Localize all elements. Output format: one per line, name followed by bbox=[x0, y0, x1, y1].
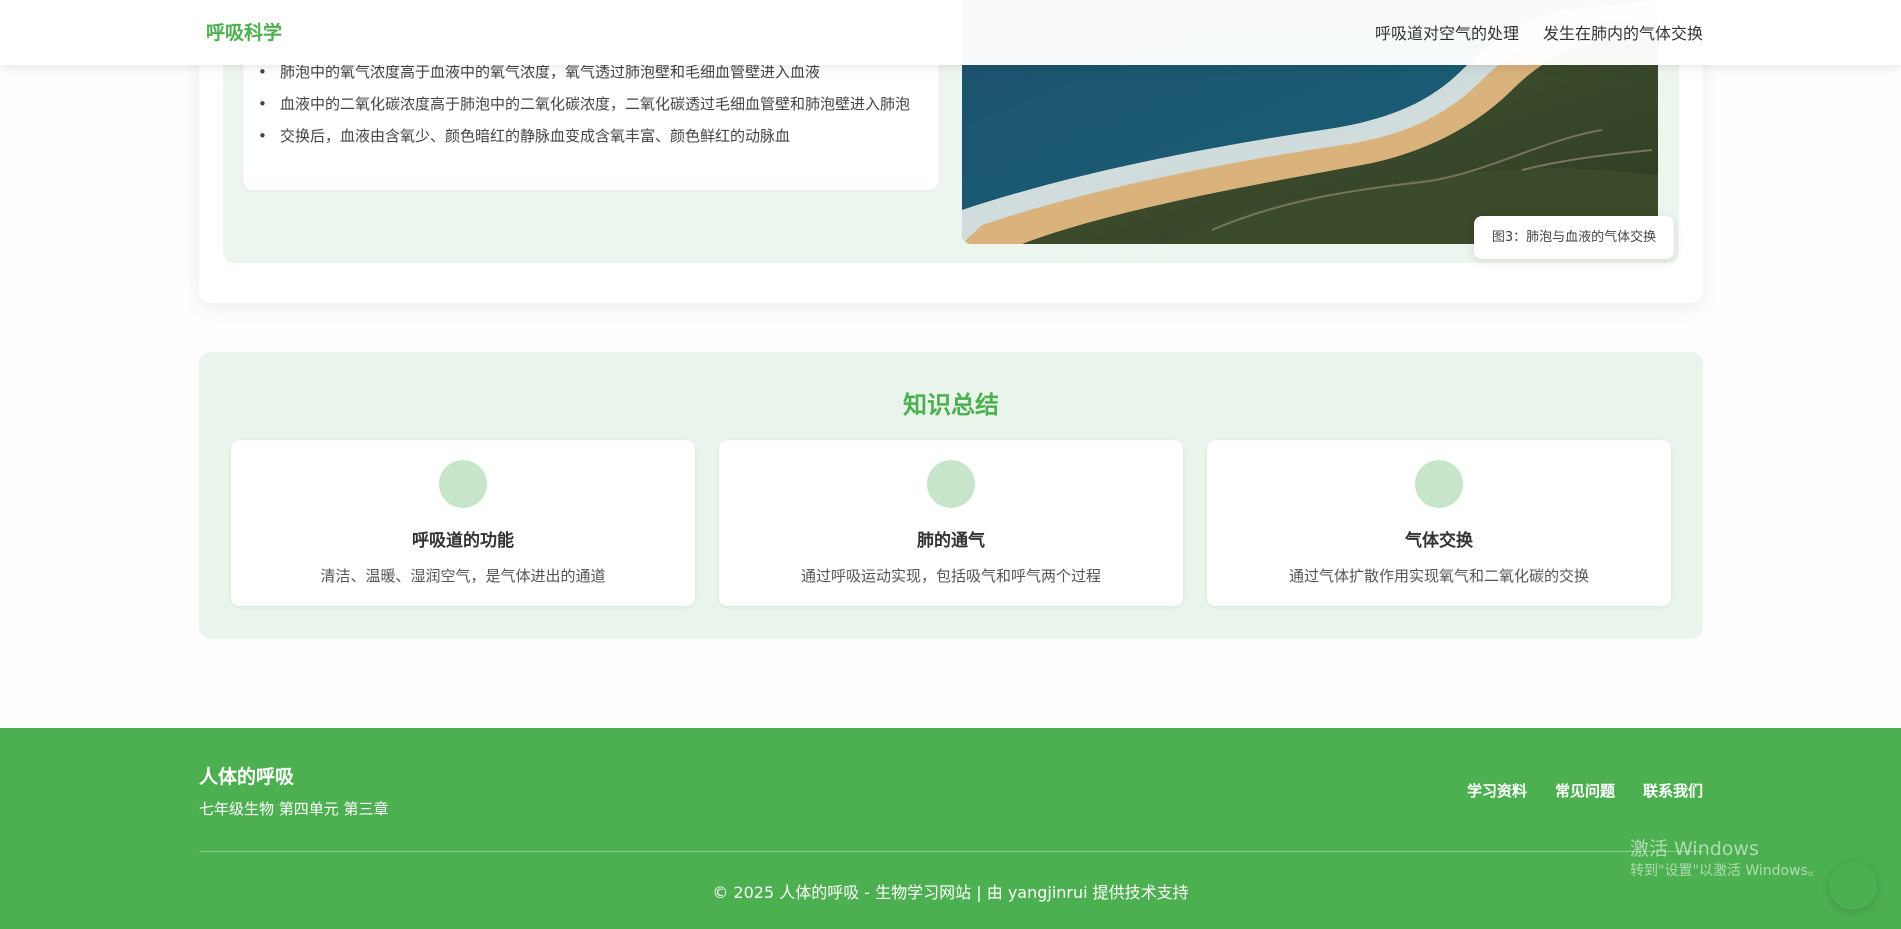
exchange-icon bbox=[1415, 460, 1463, 508]
knowledge-summary-section: 知识总结 呼吸道的功能 清洁、温暖、湿润空气，是气体进出的通道 肺的通气 通过呼… bbox=[199, 352, 1703, 639]
footer-title: 人体的呼吸 bbox=[199, 766, 295, 788]
summary-title: 知识总结 bbox=[903, 391, 999, 419]
watermark-line2: 转到"设置"以激活 Windows。 bbox=[1630, 863, 1822, 879]
footer-link-study-materials[interactable]: 学习资料 bbox=[1467, 780, 1527, 801]
lung-icon bbox=[927, 460, 975, 508]
nav-link-airway-processing[interactable]: 呼吸道对空气的处理 bbox=[1375, 20, 1519, 44]
card-desc: 通过气体扩散作用实现氧气和二氧化碳的交换 bbox=[1288, 567, 1589, 585]
footer-link-faq[interactable]: 常见问题 bbox=[1555, 780, 1615, 801]
main-nav: 呼吸道对空气的处理 发生在肺内的气体交换 bbox=[1375, 20, 1703, 44]
copyright-text: © 2025 人体的呼吸 - 生物学习网站 | 由 yangjinrui 提供技… bbox=[712, 883, 1189, 902]
exchange-point-text: 交换后，血液由含氧少、颜色暗红的静脉血变成含氧丰富、颜色鲜红的动脉血 bbox=[280, 127, 791, 145]
site-header: 呼吸科学 呼吸道对空气的处理 发生在肺内的气体交换 bbox=[0, 0, 1901, 65]
list-item: • 血液中的二氧化碳浓度高于肺泡中的二氧化碳浓度，二氧化碳透过毛细血管壁和肺泡壁进… bbox=[258, 92, 910, 116]
card-desc: 清洁、温暖、湿润空气，是气体进出的通道 bbox=[320, 567, 606, 585]
bullet-icon: • bbox=[258, 95, 267, 113]
bullet-icon: • bbox=[258, 127, 267, 145]
card-title: 气体交换 bbox=[1405, 531, 1473, 551]
site-footer: 人体的呼吸 七年级生物 第四单元 第三章 学习资料 常见问题 联系我们 © 20… bbox=[0, 728, 1901, 929]
watermark-line1: 激活 Windows bbox=[1630, 838, 1759, 860]
footer-links: 学习资料 常见问题 联系我们 bbox=[1467, 780, 1703, 801]
footer-link-contact[interactable]: 联系我们 bbox=[1643, 780, 1703, 801]
back-to-top-button[interactable] bbox=[1829, 862, 1877, 910]
exchange-point-text: 肺泡中的氧气浓度高于血液中的氧气浓度，氧气透过肺泡壁和毛细血管壁进入血液 bbox=[280, 63, 821, 81]
summary-card-lung-ventilation: 肺的通气 通过呼吸运动实现，包括吸气和呼气两个过程 bbox=[719, 440, 1183, 606]
footer-subtitle: 七年级生物 第四单元 第三章 bbox=[199, 800, 389, 818]
summary-card-airway-function: 呼吸道的功能 清洁、温暖、湿润空气，是气体进出的通道 bbox=[231, 440, 695, 606]
exchange-point-text: 血液中的二氧化碳浓度高于肺泡中的二氧化碳浓度，二氧化碳透过毛细血管壁和肺泡壁进入… bbox=[280, 95, 911, 113]
footer-divider bbox=[199, 851, 1703, 852]
windows-activation-watermark: 激活 Windows 转到"设置"以激活 Windows。 bbox=[1630, 837, 1822, 881]
nav-link-gas-exchange[interactable]: 发生在肺内的气体交换 bbox=[1543, 20, 1703, 44]
summary-cards: 呼吸道的功能 清洁、温暖、湿润空气，是气体进出的通道 肺的通气 通过呼吸运动实现… bbox=[231, 440, 1671, 606]
site-logo[interactable]: 呼吸科学 bbox=[206, 18, 282, 45]
card-desc: 通过呼吸运动实现，包括吸气和呼气两个过程 bbox=[800, 567, 1101, 585]
airway-icon bbox=[439, 460, 487, 508]
summary-card-gas-exchange: 气体交换 通过气体扩散作用实现氧气和二氧化碳的交换 bbox=[1207, 440, 1671, 606]
list-item: • 交换后，血液由含氧少、颜色暗红的静脉血变成含氧丰富、颜色鲜红的动脉血 bbox=[258, 124, 910, 148]
exchange-points-list: • 肺泡中的氧气浓度高于血液中的氧气浓度，氧气透过肺泡壁和毛细血管壁进入血液 • 血… bbox=[243, 60, 928, 156]
image-caption: 图3：肺泡与血液的气体交换 bbox=[1474, 216, 1674, 259]
card-title: 肺的通气 bbox=[917, 531, 985, 551]
card-title: 呼吸道的功能 bbox=[412, 531, 514, 551]
